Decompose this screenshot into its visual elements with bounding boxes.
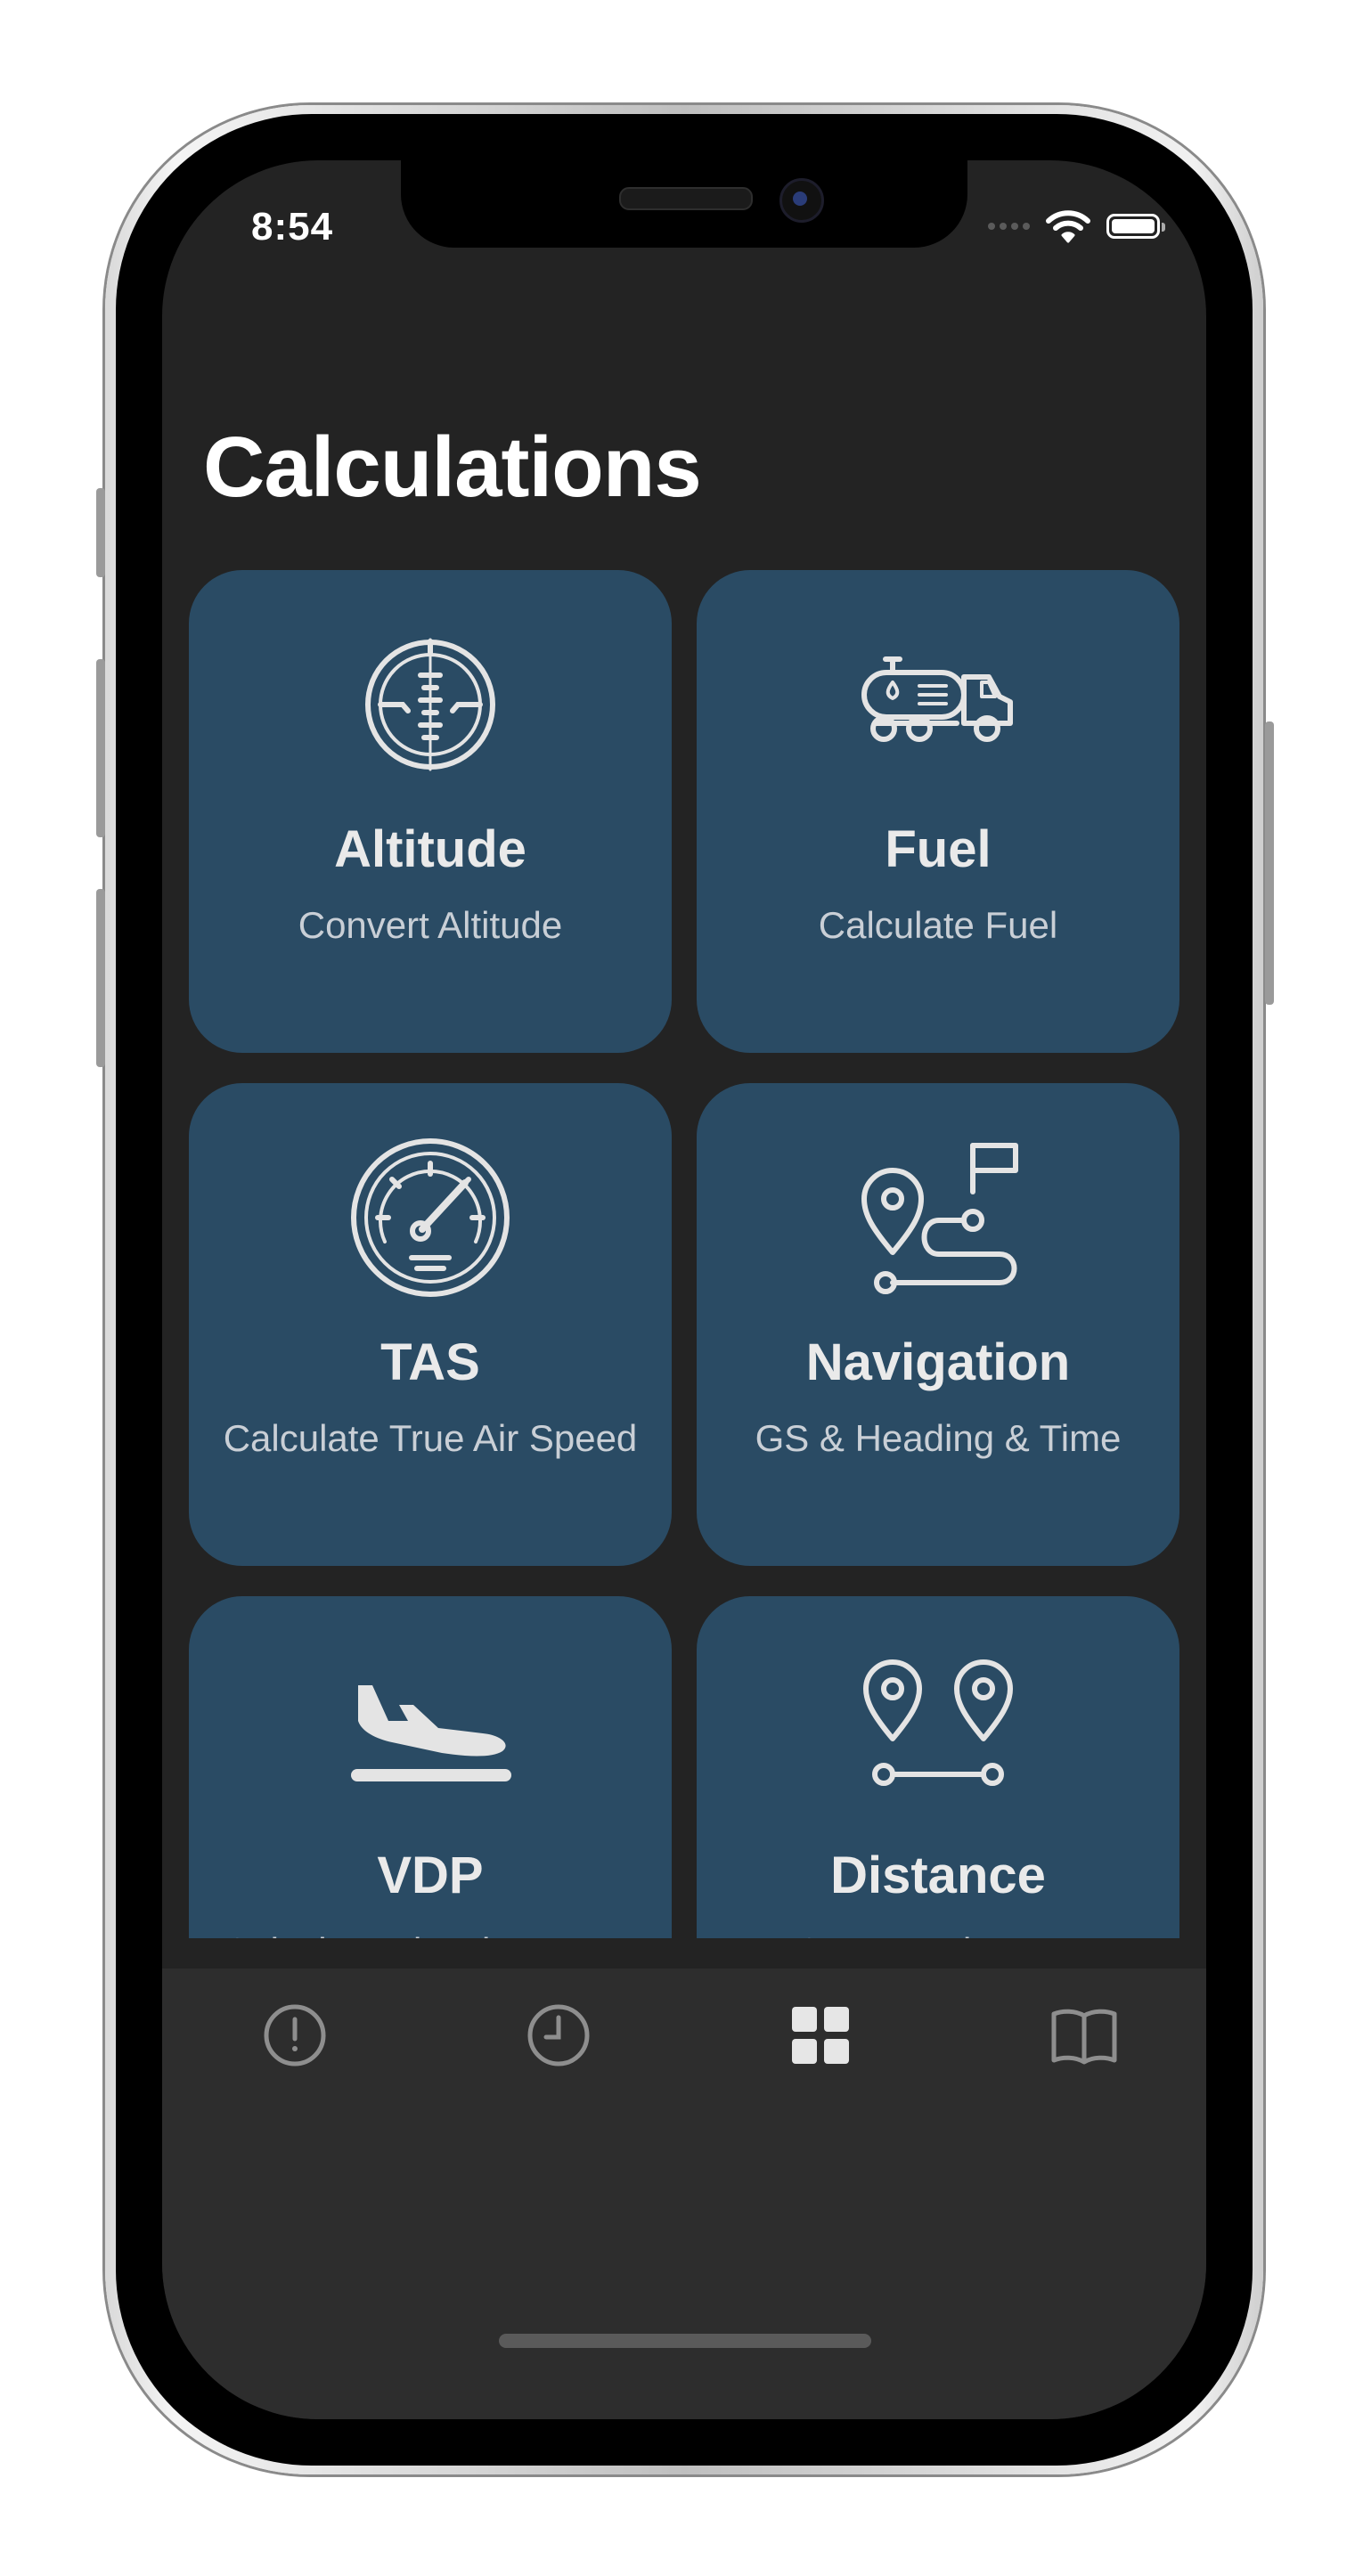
- fuel-truck-icon: [857, 624, 1019, 786]
- status-indicators: [988, 207, 1165, 246]
- card-distance[interactable]: Distance Convert Distance: [697, 1596, 1179, 1938]
- volume-up-button: [96, 659, 105, 837]
- card-title: Altitude: [334, 820, 526, 878]
- tab-library[interactable]: [1044, 1995, 1124, 2075]
- card-navigation[interactable]: Navigation GS & Heading & Time: [697, 1083, 1179, 1566]
- plane-landing-icon: [349, 1650, 511, 1812]
- app-screen: 8:54 Calculations Altitude Convert Altit…: [162, 160, 1206, 2419]
- power-button: [1265, 721, 1274, 1005]
- card-tas[interactable]: TAS Calculate True Air Speed: [189, 1083, 672, 1566]
- card-vdp[interactable]: VDP Calculate Visual Descent Point: [189, 1596, 672, 1938]
- book-icon: [1051, 2009, 1117, 2065]
- card-subtitle: Convert Altitude: [298, 904, 563, 946]
- speedometer-icon: [349, 1137, 511, 1299]
- route-flag-icon: [857, 1137, 1019, 1299]
- tab-history[interactable]: [518, 1995, 599, 2075]
- card-title: TAS: [380, 1333, 480, 1391]
- grid-icon: [792, 2007, 849, 2064]
- card-subtitle: Calculate Visual Descent Point: [198, 1928, 663, 1938]
- card-title: Distance: [830, 1846, 1046, 1904]
- altimeter-icon: [349, 624, 511, 786]
- battery-icon: [1106, 214, 1165, 239]
- card-title: Fuel: [885, 820, 992, 878]
- alert-circle-icon: [264, 2004, 326, 2067]
- calculations-grid[interactable]: Altitude Convert Altitude Fuel Calculate…: [162, 570, 1206, 1938]
- card-subtitle: Calculate True Air Speed: [223, 1417, 638, 1459]
- card-altitude[interactable]: Altitude Convert Altitude: [189, 570, 672, 1053]
- page-title: Calculations: [203, 420, 702, 515]
- clock-icon: [527, 2004, 590, 2067]
- status-time: 8:54: [251, 205, 334, 249]
- tab-calculations[interactable]: [780, 1995, 861, 2075]
- cellular-signal-icon: [988, 223, 1030, 230]
- front-camera: [779, 178, 824, 223]
- home-indicator[interactable]: [499, 2334, 871, 2348]
- mute-switch: [96, 488, 105, 577]
- tab-bar: [162, 1969, 1206, 2419]
- card-subtitle: GS & Heading & Time: [755, 1417, 1122, 1459]
- speaker-grille: [619, 187, 753, 210]
- card-subtitle: Convert Distance: [706, 1928, 1171, 1938]
- notch: [401, 160, 967, 248]
- two-pins-distance-icon: [857, 1650, 1019, 1812]
- tab-alerts[interactable]: [255, 1995, 335, 2075]
- card-title: Navigation: [805, 1333, 1071, 1391]
- card-subtitle: Calculate Fuel: [818, 904, 1058, 946]
- card-fuel[interactable]: Fuel Calculate Fuel: [697, 570, 1179, 1053]
- card-title: VDP: [377, 1846, 484, 1904]
- wifi-icon: [1046, 210, 1090, 243]
- volume-down-button: [96, 889, 105, 1067]
